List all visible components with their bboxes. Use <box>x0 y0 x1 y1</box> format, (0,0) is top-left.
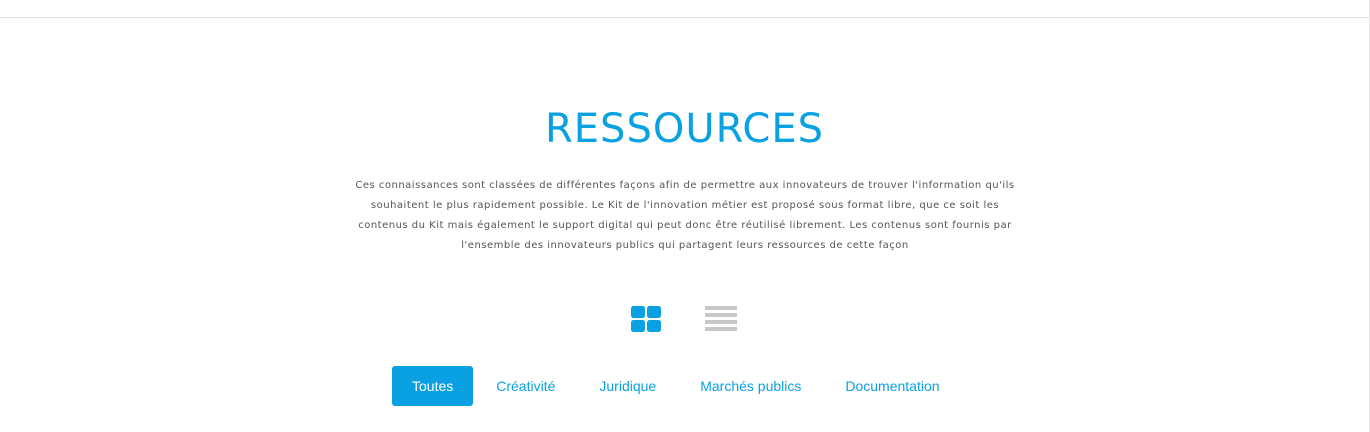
category-filters: Toutes Créativité Juridique Marchés publ… <box>392 366 963 406</box>
filter-documentation[interactable]: Documentation <box>824 366 960 406</box>
grid-view-icon <box>631 306 661 332</box>
view-toggle <box>627 304 742 336</box>
section-intro: Ces connaissances sont classées de diffé… <box>355 180 1015 251</box>
list-view-icon <box>705 306 737 331</box>
list-view-button[interactable] <box>701 304 737 336</box>
resources-section: RESSOURCES Ces connaissances sont classé… <box>0 18 1369 432</box>
filter-creativite[interactable]: Créativité <box>475 366 576 406</box>
filter-toutes[interactable]: Toutes <box>392 366 474 406</box>
filter-juridique[interactable]: Juridique <box>578 366 677 406</box>
filter-marches-publics[interactable]: Marchés publics <box>679 366 822 406</box>
grid-view-button[interactable] <box>627 304 663 336</box>
header-bar <box>0 0 1370 18</box>
page-title: RESSOURCES <box>544 106 824 152</box>
